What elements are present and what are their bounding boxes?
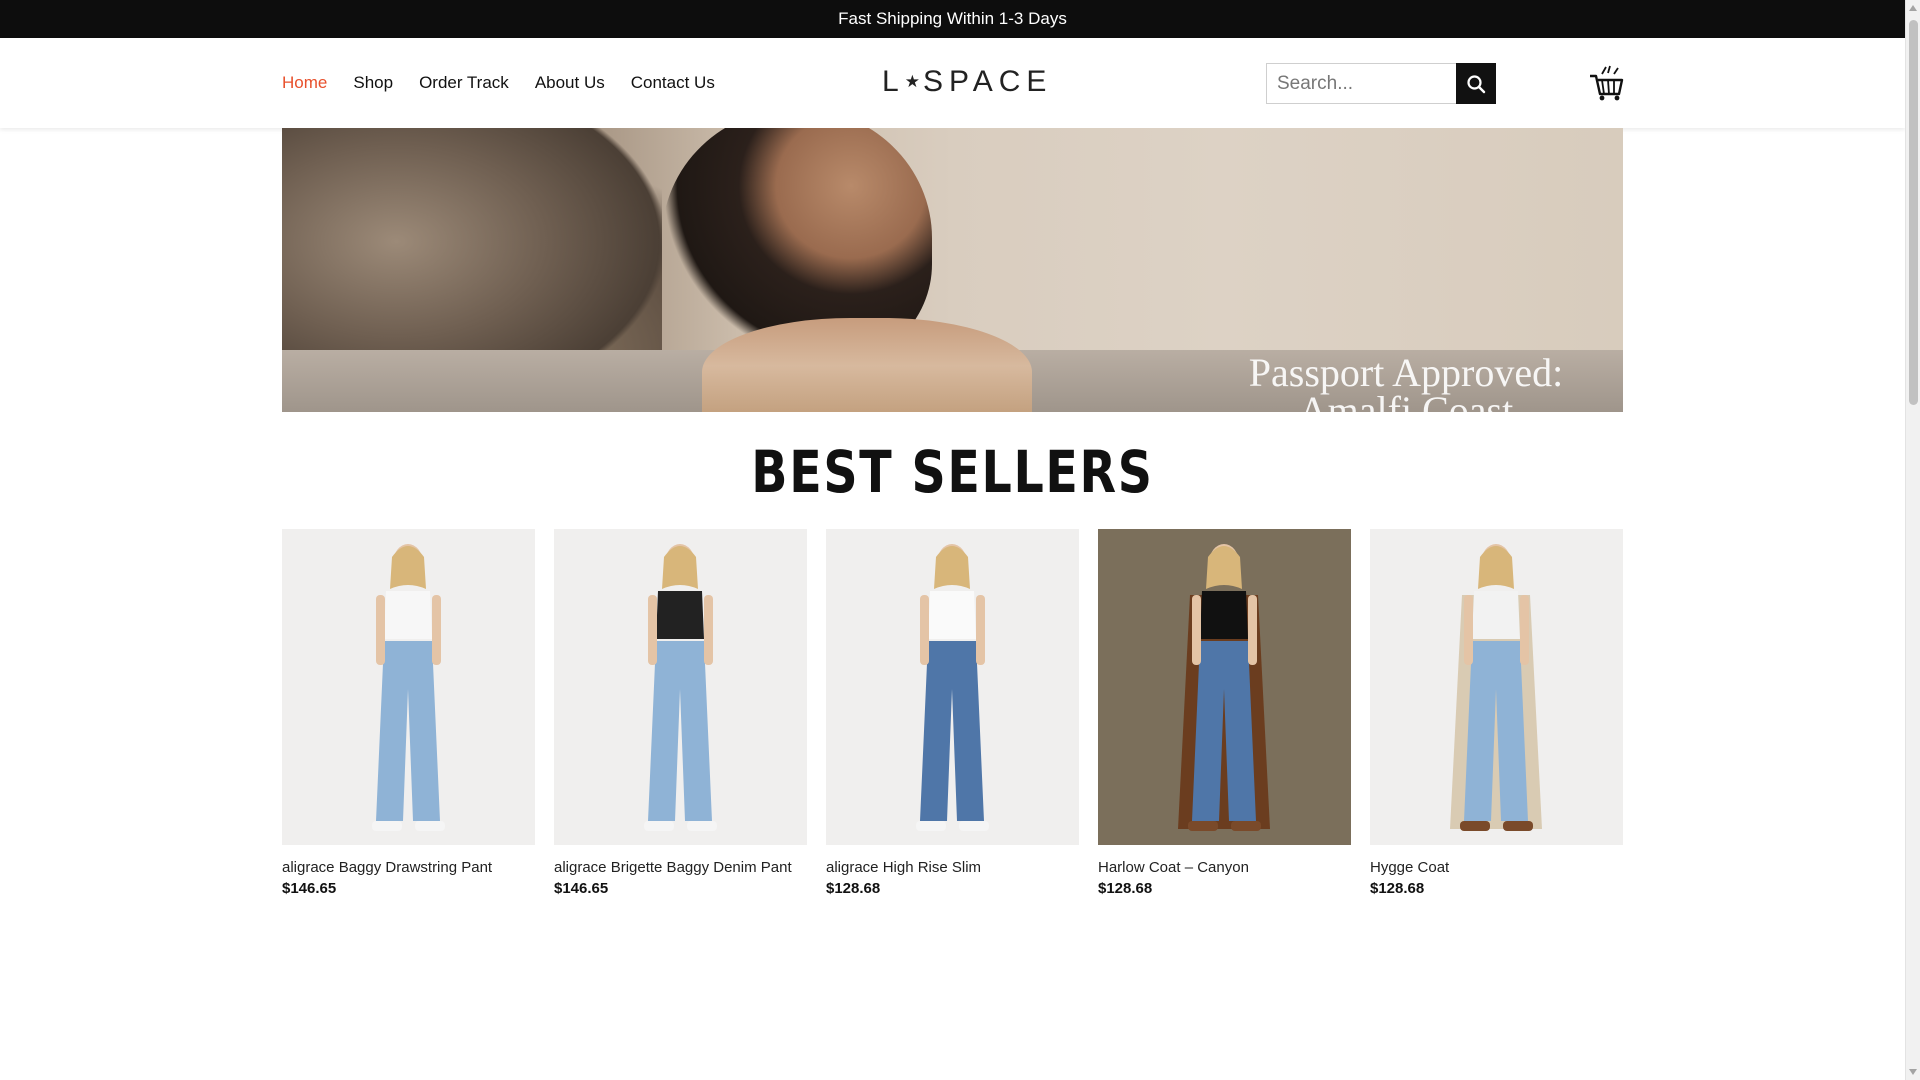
cart-button[interactable] — [1588, 64, 1624, 102]
model-figure — [372, 544, 445, 831]
model-figure — [1178, 544, 1270, 831]
nav-order-track[interactable]: Order Track — [419, 73, 509, 93]
product-image[interactable] — [554, 529, 807, 845]
nav-shop[interactable]: Shop — [353, 73, 393, 93]
announcement-text: Fast Shipping Within 1-3 Days — [838, 9, 1067, 28]
product-name[interactable]: aligrace Brigette Baggy Denim Pant — [554, 859, 807, 877]
product-name[interactable]: Harlow Coat – Canyon — [1098, 859, 1351, 877]
product-price: $128.68 — [1370, 880, 1425, 897]
product-price: $146.65 — [282, 880, 337, 897]
search-button[interactable] — [1456, 63, 1496, 104]
hero-model-body — [702, 318, 1032, 412]
product-price: $128.68 — [826, 880, 881, 897]
logo-letter: L — [882, 65, 905, 98]
hero-caption-line2: Amalfi Coast — [1298, 388, 1514, 413]
product-card[interactable]: Hygge Coat $128.68 — [1370, 529, 1623, 897]
product-card[interactable]: aligrace Brigette Baggy Denim Pant $146.… — [554, 529, 807, 897]
page-scrollbar[interactable] — [1905, 0, 1920, 1080]
hero-caption-line1: Passport Approved: — [1248, 350, 1564, 395]
best-sellers-title: BEST SELLERS — [751, 438, 1154, 506]
search-form — [1266, 63, 1496, 104]
product-price: $128.68 — [1098, 880, 1153, 897]
product-card[interactable]: aligrace High Rise Slim $128.68 — [826, 529, 1079, 897]
product-card[interactable]: Harlow Coat – Canyon $128.68 — [1098, 529, 1351, 897]
hero-banner[interactable]: Passport Approved: Amalfi Coast — [282, 128, 1623, 412]
site-logo[interactable]: L ★ SPACE — [882, 64, 1052, 100]
scroll-down-icon[interactable] — [1909, 1069, 1917, 1075]
main-nav: Home Shop Order Track About Us Contact U… — [282, 38, 741, 128]
scrollbar-thumb[interactable] — [1909, 20, 1918, 405]
logo-word: SPACE — [922, 65, 1053, 98]
product-image[interactable] — [826, 529, 1079, 845]
product-name[interactable]: aligrace Baggy Drawstring Pant — [282, 859, 535, 877]
search-icon — [1467, 74, 1486, 93]
cart-icon — [1590, 65, 1624, 101]
search-input[interactable] — [1266, 63, 1456, 104]
nav-home[interactable]: Home — [282, 73, 327, 93]
announcement-bar: Fast Shipping Within 1-3 Days — [0, 0, 1905, 38]
product-image[interactable] — [1098, 529, 1351, 845]
product-image[interactable] — [282, 529, 535, 845]
scroll-up-icon[interactable] — [1909, 5, 1917, 11]
logo-star-icon: ★ — [904, 72, 920, 91]
product-image[interactable] — [1370, 529, 1623, 845]
hero-caption: Passport Approved: Amalfi Coast — [1226, 350, 1586, 413]
product-card[interactable]: aligrace Baggy Drawstring Pant $146.65 — [282, 529, 535, 897]
product-name[interactable]: aligrace High Rise Slim — [826, 859, 1079, 877]
nav-about-us[interactable]: About Us — [535, 73, 605, 93]
site-header: Home Shop Order Track About Us Contact U… — [0, 38, 1905, 128]
product-price: $146.65 — [554, 880, 609, 897]
product-grid: aligrace Baggy Drawstring Pant $146.65 a… — [282, 529, 1623, 897]
product-name[interactable]: Hygge Coat — [1370, 859, 1623, 877]
nav-contact-us[interactable]: Contact Us — [631, 73, 715, 93]
model-figure — [916, 544, 989, 831]
model-figure — [1450, 544, 1542, 831]
model-figure — [644, 544, 717, 831]
